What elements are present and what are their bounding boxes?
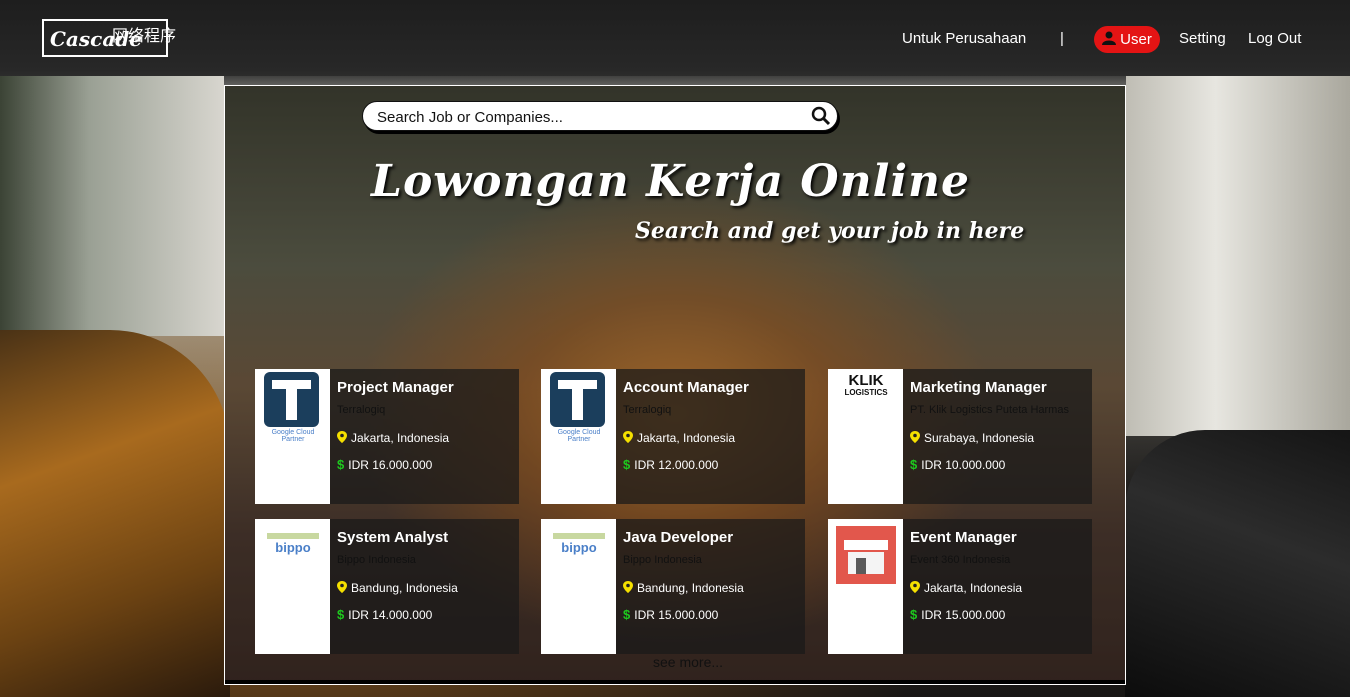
job-salary: $ IDR 15.000.000 <box>910 607 1005 622</box>
bippo-logo-icon: bippo <box>267 533 319 565</box>
klik-logistics-logo-icon: KLIK LOGISTICS <box>844 372 888 397</box>
job-salary-text: IDR 15.000.000 <box>634 608 719 622</box>
company-logo-event360 <box>828 519 903 654</box>
company-logo-terralogiq: Google Cloud Partner <box>541 369 616 504</box>
job-card[interactable]: Event Manager Event 360 Indonesia Jakart… <box>828 519 1092 654</box>
terralogiq-logo-icon <box>550 372 605 427</box>
user-button-label: User <box>1120 31 1152 48</box>
dollar-icon: $ <box>623 457 631 472</box>
location-pin-icon <box>337 581 347 593</box>
job-title[interactable]: Account Manager <box>623 379 749 396</box>
job-location: Jakarta, Indonesia <box>910 581 1022 595</box>
job-salary: $ IDR 12.000.000 <box>623 457 718 472</box>
location-pin-icon <box>623 431 633 443</box>
background-building-left <box>0 76 224 336</box>
job-salary-text: IDR 10.000.000 <box>921 458 1006 472</box>
top-navbar: Cascade 网络程序 Untuk Perusahaan | User Set… <box>0 0 1350 76</box>
user-button[interactable]: User <box>1094 26 1160 53</box>
search-box[interactable] <box>362 101 838 131</box>
dollar-icon: $ <box>337 457 345 472</box>
location-pin-icon <box>910 431 920 443</box>
nav-link-logout[interactable]: Log Out <box>1248 30 1301 47</box>
background-car-right <box>1125 430 1350 697</box>
job-salary: $ IDR 10.000.000 <box>910 457 1005 472</box>
location-pin-icon <box>910 581 920 593</box>
job-title[interactable]: Project Manager <box>337 379 454 396</box>
location-pin-icon <box>623 581 633 593</box>
job-salary: $ IDR 14.000.000 <box>337 607 432 622</box>
job-location: Jakarta, Indonesia <box>623 431 735 445</box>
dollar-icon: $ <box>337 607 345 622</box>
company-logo-terralogiq: Google Cloud Partner <box>255 369 330 504</box>
logo-caption: Google Cloud Partner <box>557 429 601 443</box>
job-location-text: Jakarta, Indonesia <box>924 581 1023 595</box>
company-logo-klik: KLIK LOGISTICS <box>828 369 903 504</box>
bippo-logo-icon: bippo <box>553 533 605 565</box>
job-title[interactable]: Marketing Manager <box>910 379 1047 396</box>
job-company: Bippo Indonesia <box>337 554 416 566</box>
logo-chinese-text: 网络程序 <box>112 28 177 45</box>
nav-separator: | <box>1060 30 1064 47</box>
hero-subtitle: Search and get your job in here <box>635 218 1025 244</box>
job-card[interactable]: KLIK LOGISTICS Marketing Manager PT. Kli… <box>828 369 1092 504</box>
job-title[interactable]: Java Developer <box>623 529 733 546</box>
dollar-icon: $ <box>623 607 631 622</box>
background-car-left <box>0 330 230 697</box>
job-salary: $ IDR 16.000.000 <box>337 457 432 472</box>
job-location-text: Bandung, Indonesia <box>637 581 744 595</box>
job-card[interactable]: bippo Java Developer Bippo Indonesia Ban… <box>541 519 805 654</box>
job-location: Surabaya, Indonesia <box>910 431 1034 445</box>
job-title[interactable]: Event Manager <box>910 529 1017 546</box>
background-building-right <box>1126 76 1350 436</box>
job-title[interactable]: System Analyst <box>337 529 448 546</box>
job-location: Jakarta, Indonesia <box>337 431 449 445</box>
company-logo-bippo: bippo <box>541 519 616 654</box>
job-location: Bandung, Indonesia <box>623 581 744 595</box>
search-input[interactable] <box>375 106 799 128</box>
job-company: Event 360 Indonesia <box>910 554 1011 566</box>
user-icon <box>1102 31 1116 45</box>
job-card[interactable]: Google Cloud Partner Project Manager Ter… <box>255 369 519 504</box>
location-pin-icon <box>337 431 347 443</box>
job-location-text: Jakarta, Indonesia <box>637 431 736 445</box>
job-card[interactable]: bippo System Analyst Bippo Indonesia Ban… <box>255 519 519 654</box>
job-salary-text: IDR 14.000.000 <box>348 608 433 622</box>
job-salary: $ IDR 15.000.000 <box>623 607 718 622</box>
hero-title: Lowongan Kerja Online <box>371 156 971 207</box>
store-icon <box>836 526 896 584</box>
company-logo-bippo: bippo <box>255 519 330 654</box>
hero-panel: Lowongan Kerja Online Search and get you… <box>224 85 1126 685</box>
dollar-icon: $ <box>910 457 918 472</box>
nav-link-company[interactable]: Untuk Perusahaan <box>902 30 1026 47</box>
bottom-bar <box>225 680 1125 684</box>
dollar-icon: $ <box>910 607 918 622</box>
job-location-text: Surabaya, Indonesia <box>924 431 1035 445</box>
search-icon[interactable] <box>811 106 831 126</box>
job-company: PT. Klik Logistics Puteta Harmas <box>910 404 1069 416</box>
job-location-text: Bandung, Indonesia <box>351 581 458 595</box>
job-location-text: Jakarta, Indonesia <box>351 431 450 445</box>
job-company: Terralogiq <box>623 404 672 416</box>
job-salary-text: IDR 12.000.000 <box>634 458 719 472</box>
job-company: Terralogiq <box>337 404 386 416</box>
terralogiq-logo-icon <box>264 372 319 427</box>
job-location: Bandung, Indonesia <box>337 581 458 595</box>
job-salary-text: IDR 15.000.000 <box>921 608 1006 622</box>
see-more-link[interactable]: see more... <box>653 654 723 670</box>
job-card[interactable]: Google Cloud Partner Account Manager Ter… <box>541 369 805 504</box>
logo-caption: Google Cloud Partner <box>271 429 315 443</box>
nav-link-setting[interactable]: Setting <box>1179 30 1226 47</box>
job-company: Bippo Indonesia <box>623 554 702 566</box>
job-salary-text: IDR 16.000.000 <box>348 458 433 472</box>
